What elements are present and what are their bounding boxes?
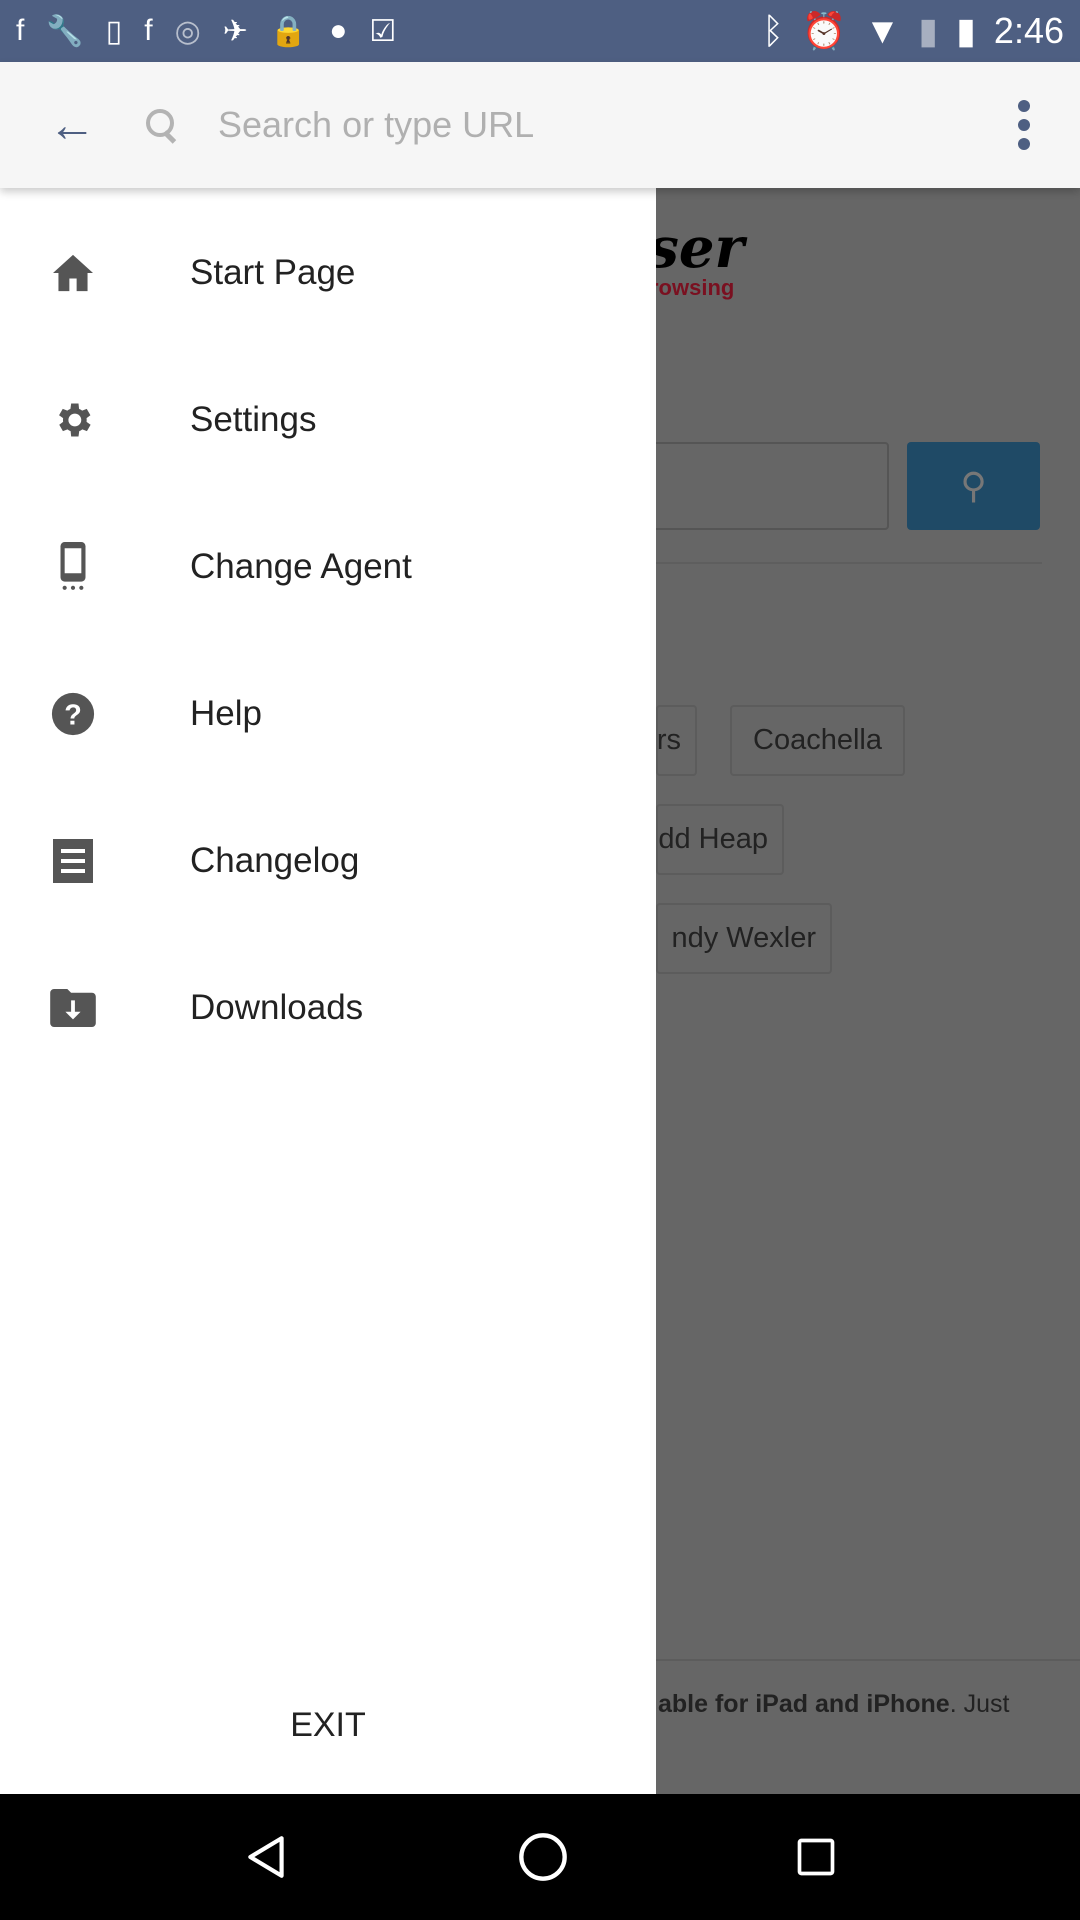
drawer-item-label: Change Agent xyxy=(190,547,412,586)
navigation-drawer: Start Page Settings Change Agent ? Help … xyxy=(0,188,656,1794)
divider xyxy=(656,1659,1080,1661)
svg-text:?: ? xyxy=(64,700,82,732)
url-input[interactable] xyxy=(218,104,1004,146)
facebook-icon: f xyxy=(16,14,25,47)
drawer-item-label: Changelog xyxy=(190,841,360,880)
android-icon: ● xyxy=(329,14,348,47)
clock-time: 2:46 xyxy=(993,10,1064,51)
circle-icon: ◎ xyxy=(174,14,201,48)
search-icon: ⚲ xyxy=(960,465,987,506)
gear-icon xyxy=(50,397,96,443)
more-options-icon[interactable] xyxy=(1004,100,1044,150)
page-search-button: ⚲ xyxy=(907,442,1040,530)
wifi-icon: ▼ xyxy=(864,10,901,51)
facebook-icon: f xyxy=(144,14,153,47)
trend-chip: Coachella xyxy=(730,705,905,776)
page-footer-text: able for iPad and iPhone. Just xyxy=(658,1690,1010,1718)
search-icon xyxy=(142,105,182,145)
fake-gps-icon: ✈ xyxy=(222,14,248,48)
bluetooth-icon: ᛒ xyxy=(762,10,784,51)
help-icon: ? xyxy=(50,691,96,737)
no-sim-icon: ▮ xyxy=(918,10,939,51)
receipt-icon xyxy=(50,838,96,884)
drawer-item-change-agent[interactable]: Change Agent xyxy=(0,512,656,622)
trend-chip: ndy Wexler xyxy=(656,903,832,974)
phone-icon xyxy=(50,542,96,590)
drawer-item-label: Downloads xyxy=(190,988,364,1027)
drawer-item-downloads[interactable]: Downloads xyxy=(0,953,656,1063)
trend-chip: rs xyxy=(656,705,697,776)
drawer-item-label: Help xyxy=(190,694,262,733)
lock-icon: 🔒 xyxy=(269,14,308,48)
download-folder-icon xyxy=(50,985,96,1031)
home-icon xyxy=(50,250,96,296)
sim-icon: ▯ xyxy=(105,14,123,48)
clipboard-icon: ☑ xyxy=(369,14,397,48)
exit-button[interactable]: EXIT xyxy=(0,1688,656,1762)
drawer-item-start-page[interactable]: Start Page xyxy=(0,218,656,328)
drawer-item-label: Settings xyxy=(190,400,317,439)
drawer-item-changelog[interactable]: Changelog xyxy=(0,806,656,916)
status-bar: f 🔧 ▯ f ◎ ✈ 🔒 ● ☑ ᛒ ⏰ ▼ ▮ ▮ 2:46 xyxy=(0,0,1080,62)
nav-recents-icon[interactable] xyxy=(794,1835,838,1879)
drawer-item-label: Start Page xyxy=(190,253,356,292)
wrench-icon: 🔧 xyxy=(46,14,84,48)
browser-toolbar: ← xyxy=(0,62,1080,188)
drawer-item-help[interactable]: ? Help xyxy=(0,659,656,769)
back-arrow-icon[interactable]: ← xyxy=(42,98,102,153)
drawer-item-settings[interactable]: Settings xyxy=(0,365,656,475)
trend-chip: dd Heap xyxy=(656,804,784,875)
nav-back-icon[interactable] xyxy=(242,1832,292,1882)
alarm-icon: ⏰ xyxy=(801,10,847,51)
system-navigation-bar xyxy=(0,1794,1080,1920)
battery-charging-icon: ▮ xyxy=(956,10,976,51)
nav-home-icon[interactable] xyxy=(517,1831,569,1883)
